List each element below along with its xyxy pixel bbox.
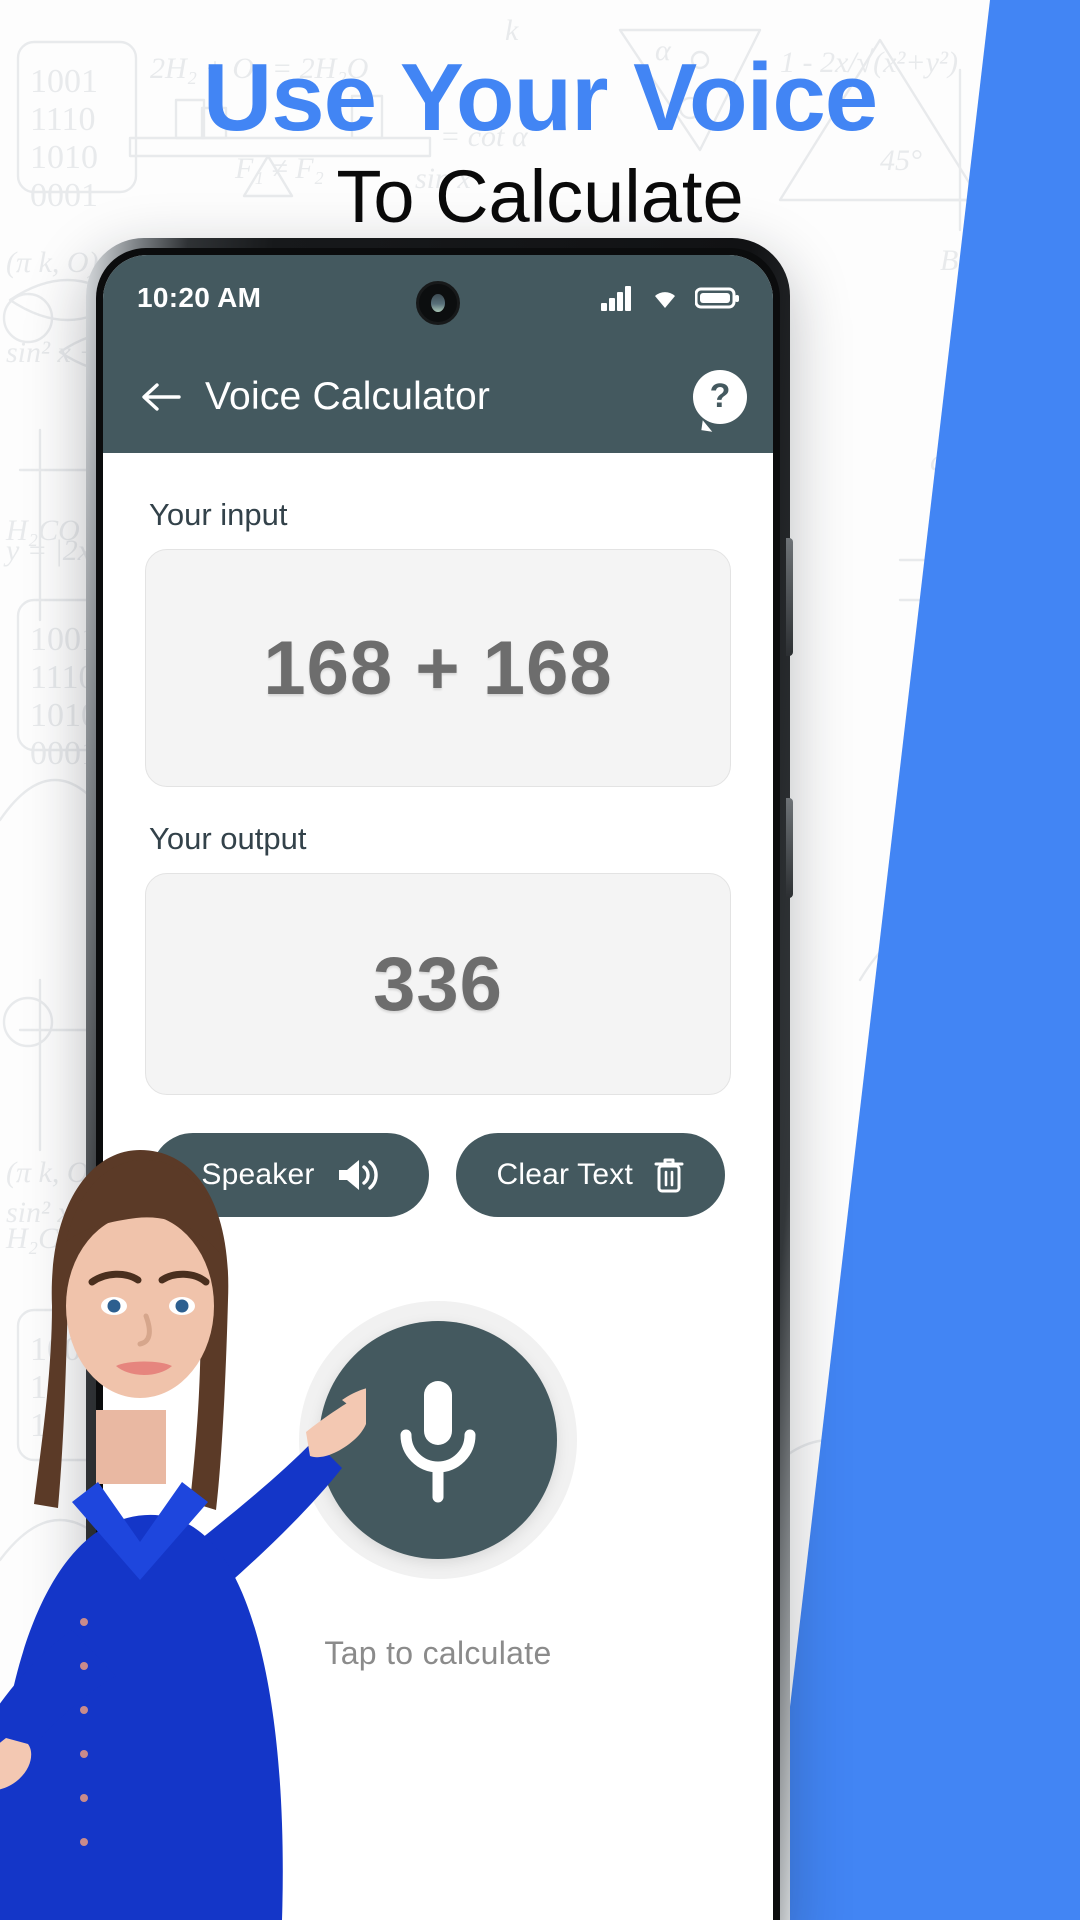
input-display[interactable]: 168 + 168	[145, 549, 731, 787]
svg-text:F₁ ≠ F₂: F₁ ≠ F₂	[234, 152, 324, 185]
clear-text-button[interactable]: Clear Text	[456, 1133, 725, 1217]
svg-text:= cot α: = cot α	[440, 120, 529, 153]
cellular-signal-icon	[601, 286, 631, 311]
app-bar: Voice Calculator ?	[103, 341, 773, 453]
output-value: 336	[373, 941, 503, 1027]
svg-text:sin² x +: sin² x +	[6, 336, 99, 369]
presenter-person	[0, 1110, 366, 1920]
phone-power-button[interactable]	[786, 798, 793, 898]
svg-text:2H₂ + O₂ = 2H₂O: 2H₂ + O₂ = 2H₂O	[150, 52, 368, 85]
output-display[interactable]: 336	[145, 873, 731, 1095]
clear-text-button-label: Clear Text	[496, 1158, 633, 1191]
status-clock: 10:20 AM	[137, 282, 262, 313]
back-arrow-icon[interactable]	[133, 369, 189, 425]
svg-text:1010: 1010	[30, 139, 98, 176]
output-label: Your output	[149, 821, 307, 856]
status-bar: 10:20 AM	[103, 255, 773, 341]
svg-text:1110: 1110	[30, 101, 95, 138]
phone-volume-button[interactable]	[786, 538, 793, 656]
svg-text:0001: 0001	[30, 177, 98, 214]
svg-text:1001: 1001	[30, 63, 98, 100]
microphone-icon	[400, 1381, 476, 1503]
front-camera-punch-hole	[416, 281, 460, 325]
input-value: 168 + 168	[263, 625, 613, 711]
svg-text:sin x: sin x	[415, 162, 472, 195]
app-bar-title: Voice Calculator	[205, 375, 491, 418]
trash-delete-icon	[654, 1158, 684, 1193]
input-label: Your input	[149, 497, 288, 532]
promo-screenshot: 10011110 10100001 10011110 10100001 1001…	[0, 0, 1080, 1920]
battery-full-icon	[695, 287, 739, 309]
svg-text:k: k	[505, 14, 519, 47]
status-icons	[601, 285, 739, 311]
help-question-icon[interactable]: ?	[693, 370, 747, 424]
wifi-icon	[655, 292, 675, 308]
